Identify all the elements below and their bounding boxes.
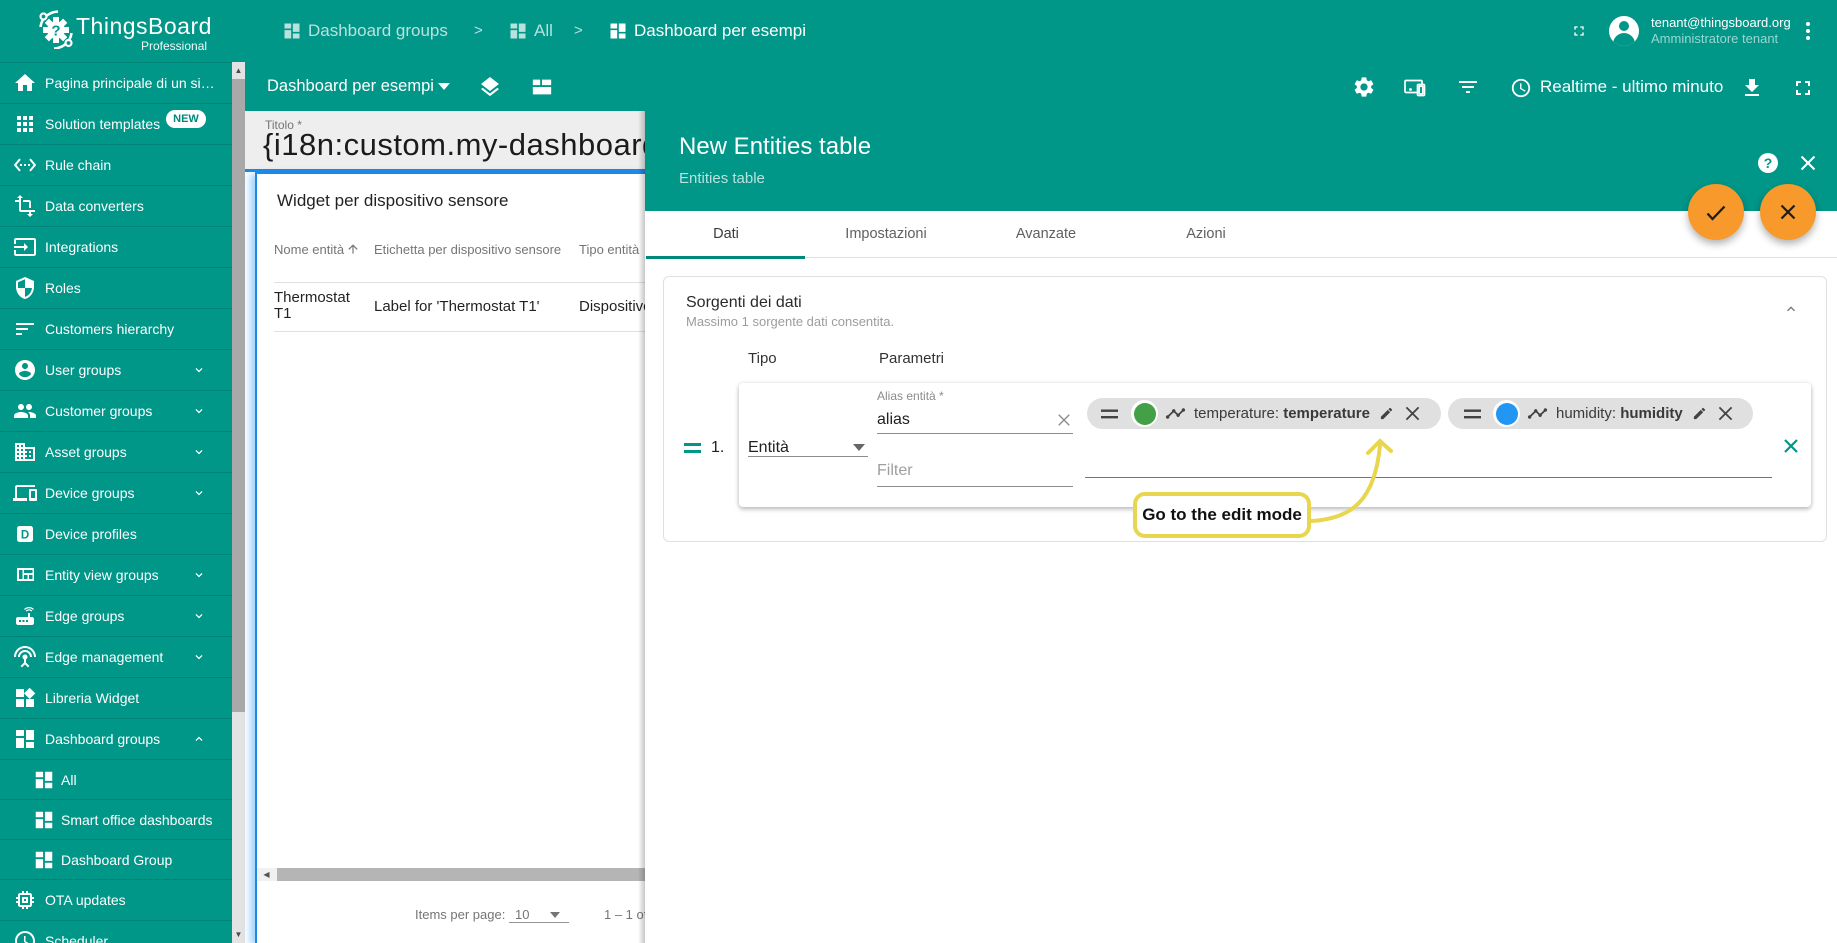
svg-text:D: D — [21, 529, 29, 541]
svg-text:?: ? — [51, 23, 60, 40]
